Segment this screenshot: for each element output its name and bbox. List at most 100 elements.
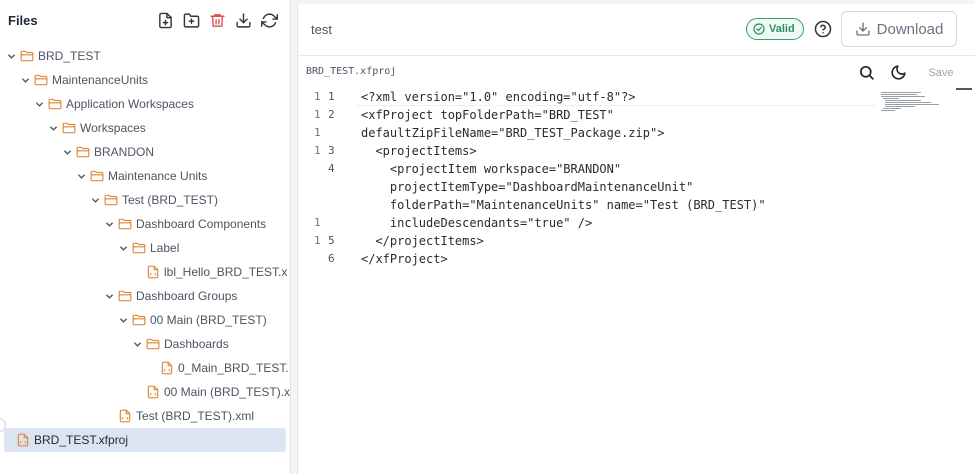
new-file-button[interactable]	[156, 11, 175, 30]
save-button[interactable]: Save	[917, 61, 965, 85]
code-line[interactable]: folderPath="MaintenanceUnits" name="Test…	[298, 196, 898, 214]
code-text: projectItemType="DashboardMaintenanceUni…	[361, 180, 694, 194]
refresh-icon	[261, 13, 278, 28]
tree-item-label: Dashboards	[164, 337, 229, 351]
code-text: </projectItems>	[361, 234, 484, 248]
tree-folder[interactable]: Application Workspaces	[0, 92, 291, 116]
chevron-down-icon[interactable]	[132, 339, 142, 349]
folder-icon	[20, 49, 34, 63]
tree-item-label: BRD_TEST	[38, 49, 101, 63]
fold-marker[interactable]: 1	[314, 214, 321, 232]
tree-item-label: Test (BRD_TEST).xml	[136, 409, 255, 423]
line-number: 2	[328, 108, 335, 121]
line-gutter: 1	[298, 214, 354, 232]
tree-file[interactable]: BRD_TEST.xfproj	[4, 428, 286, 452]
help-circle-icon	[814, 20, 832, 38]
chevron-down-icon[interactable]	[6, 51, 16, 61]
editor-topbar: test Valid Download	[298, 4, 975, 56]
code-text: defaultZipFileName="BRD_TEST_Package.zip…	[361, 126, 665, 140]
tree-item-label: Workspaces	[80, 121, 146, 135]
tree-folder[interactable]: Dashboard Components	[0, 212, 291, 236]
chevron-down-icon[interactable]	[104, 219, 114, 229]
folder-icon	[62, 121, 76, 135]
search-button[interactable]	[858, 64, 876, 82]
code-line[interactable]: 6 </xfProject>	[298, 250, 898, 268]
tree-file[interactable]: 0_Main_BRD_TEST.	[0, 356, 291, 380]
tree-file[interactable]: lbl_Hello_BRD_TEST.x	[0, 260, 291, 284]
fold-marker[interactable]: 1	[314, 124, 321, 142]
tree-item-label: Dashboard Components	[136, 217, 267, 231]
sidebar-title: Files	[8, 13, 38, 28]
folder-icon	[90, 169, 104, 183]
theme-toggle-button[interactable]	[890, 64, 908, 82]
moon-icon	[891, 65, 906, 80]
chevron-down-icon[interactable]	[48, 123, 58, 133]
download-files-button[interactable]	[234, 11, 253, 30]
code-line[interactable]: 13 <projectItems>	[298, 142, 898, 160]
fold-marker[interactable]: 1	[314, 106, 321, 124]
tree-item-label: Label	[150, 241, 180, 255]
code-file-icon	[16, 433, 30, 447]
chevron-down-icon[interactable]	[118, 243, 128, 253]
chevron-down-icon[interactable]	[90, 195, 100, 205]
code-line[interactable]: 15 </projectItems>	[298, 232, 898, 250]
help-button[interactable]	[813, 19, 833, 39]
fold-marker[interactable]: 1	[314, 232, 321, 250]
delete-button[interactable]	[208, 11, 227, 30]
code-editor[interactable]: 1 1 <?xml version="1.0" encoding="utf-8"?>…	[298, 88, 975, 474]
valid-label: Valid	[769, 23, 795, 35]
file-sidebar: Files BRD_TEST MaintenanceUnits Applicat…	[0, 0, 291, 474]
code-text: folderPath="MaintenanceUnits" name="Test…	[361, 198, 766, 212]
download-icon	[236, 13, 251, 28]
tree-file[interactable]: 00 Main (BRD_TEST).x	[0, 380, 291, 404]
code-line[interactable]: 1 2 <xfProject topFolderPath="BRD_TEST"	[298, 106, 898, 124]
code-line[interactable]: projectItemType="DashboardMaintenanceUni…	[298, 178, 898, 196]
tree-folder[interactable]: Dashboard Groups	[0, 284, 291, 308]
tree-item-label: Test (BRD_TEST)	[122, 193, 219, 207]
line-number: 6	[328, 252, 335, 265]
code-file-icon	[146, 265, 160, 279]
new-folder-button[interactable]	[182, 11, 201, 30]
delete-icon	[210, 14, 225, 27]
line-number: 5	[328, 234, 335, 247]
code-line[interactable]: 1 defaultZipFileName="BRD_TEST_Package.zi…	[298, 124, 898, 142]
tree-folder[interactable]: 00 Main (BRD_TEST)	[0, 308, 291, 332]
editor-pane: test Valid Download BRD_TEST.xfproj Save	[297, 4, 975, 474]
folder-icon	[118, 217, 132, 231]
chevron-down-icon[interactable]	[20, 75, 30, 85]
fold-marker[interactable]: 1	[314, 88, 321, 106]
tree-item-label: BRANDON	[94, 145, 155, 159]
download-button[interactable]: Download	[841, 11, 957, 47]
code-line[interactable]: 1 1 <?xml version="1.0" encoding="utf-8"?>	[298, 88, 898, 106]
line-gutter: 12	[298, 106, 354, 124]
chevron-down-icon[interactable]	[62, 147, 72, 157]
tree-folder[interactable]: BRD_TEST	[0, 44, 291, 68]
tree-folder[interactable]: Test (BRD_TEST)	[0, 188, 291, 212]
chevron-down-icon[interactable]	[118, 315, 128, 325]
refresh-button[interactable]	[260, 11, 279, 30]
tree-folder[interactable]: BRANDON	[0, 140, 291, 164]
chevron-down-icon[interactable]	[34, 99, 44, 109]
code-text: </xfProject>	[361, 252, 448, 266]
tree-folder[interactable]: Label	[0, 236, 291, 260]
tree-item-label: 0_Main_BRD_TEST.	[178, 361, 289, 375]
fold-marker[interactable]: 1	[314, 142, 321, 160]
tree-file[interactable]: Test (BRD_TEST).xml	[0, 404, 291, 428]
tree-folder[interactable]: Maintenance Units	[0, 164, 291, 188]
code-line[interactable]: 1 includeDescendants="true" />	[298, 214, 898, 232]
code-text: <?xml version="1.0" encoding="utf-8"?>	[361, 90, 636, 104]
new-file-icon	[159, 12, 172, 29]
tree-folder[interactable]: MaintenanceUnits	[0, 68, 291, 92]
tree-folder[interactable]: Workspaces	[0, 116, 291, 140]
tree-folder[interactable]: Dashboards	[0, 332, 291, 356]
code-line[interactable]: 4 <projectItem workspace="BRANDON"	[298, 160, 898, 178]
download-label: Download	[876, 20, 944, 38]
vertical-scrollbar[interactable]	[956, 88, 972, 90]
folder-icon	[76, 145, 90, 159]
code-text: <xfProject topFolderPath="BRD_TEST"	[361, 108, 614, 122]
editor-filebar: BRD_TEST.xfproj Save	[298, 56, 975, 88]
new-folder-icon	[183, 13, 200, 28]
chevron-down-icon[interactable]	[76, 171, 86, 181]
line-gutter: 15	[298, 232, 354, 250]
chevron-down-icon[interactable]	[104, 291, 114, 301]
